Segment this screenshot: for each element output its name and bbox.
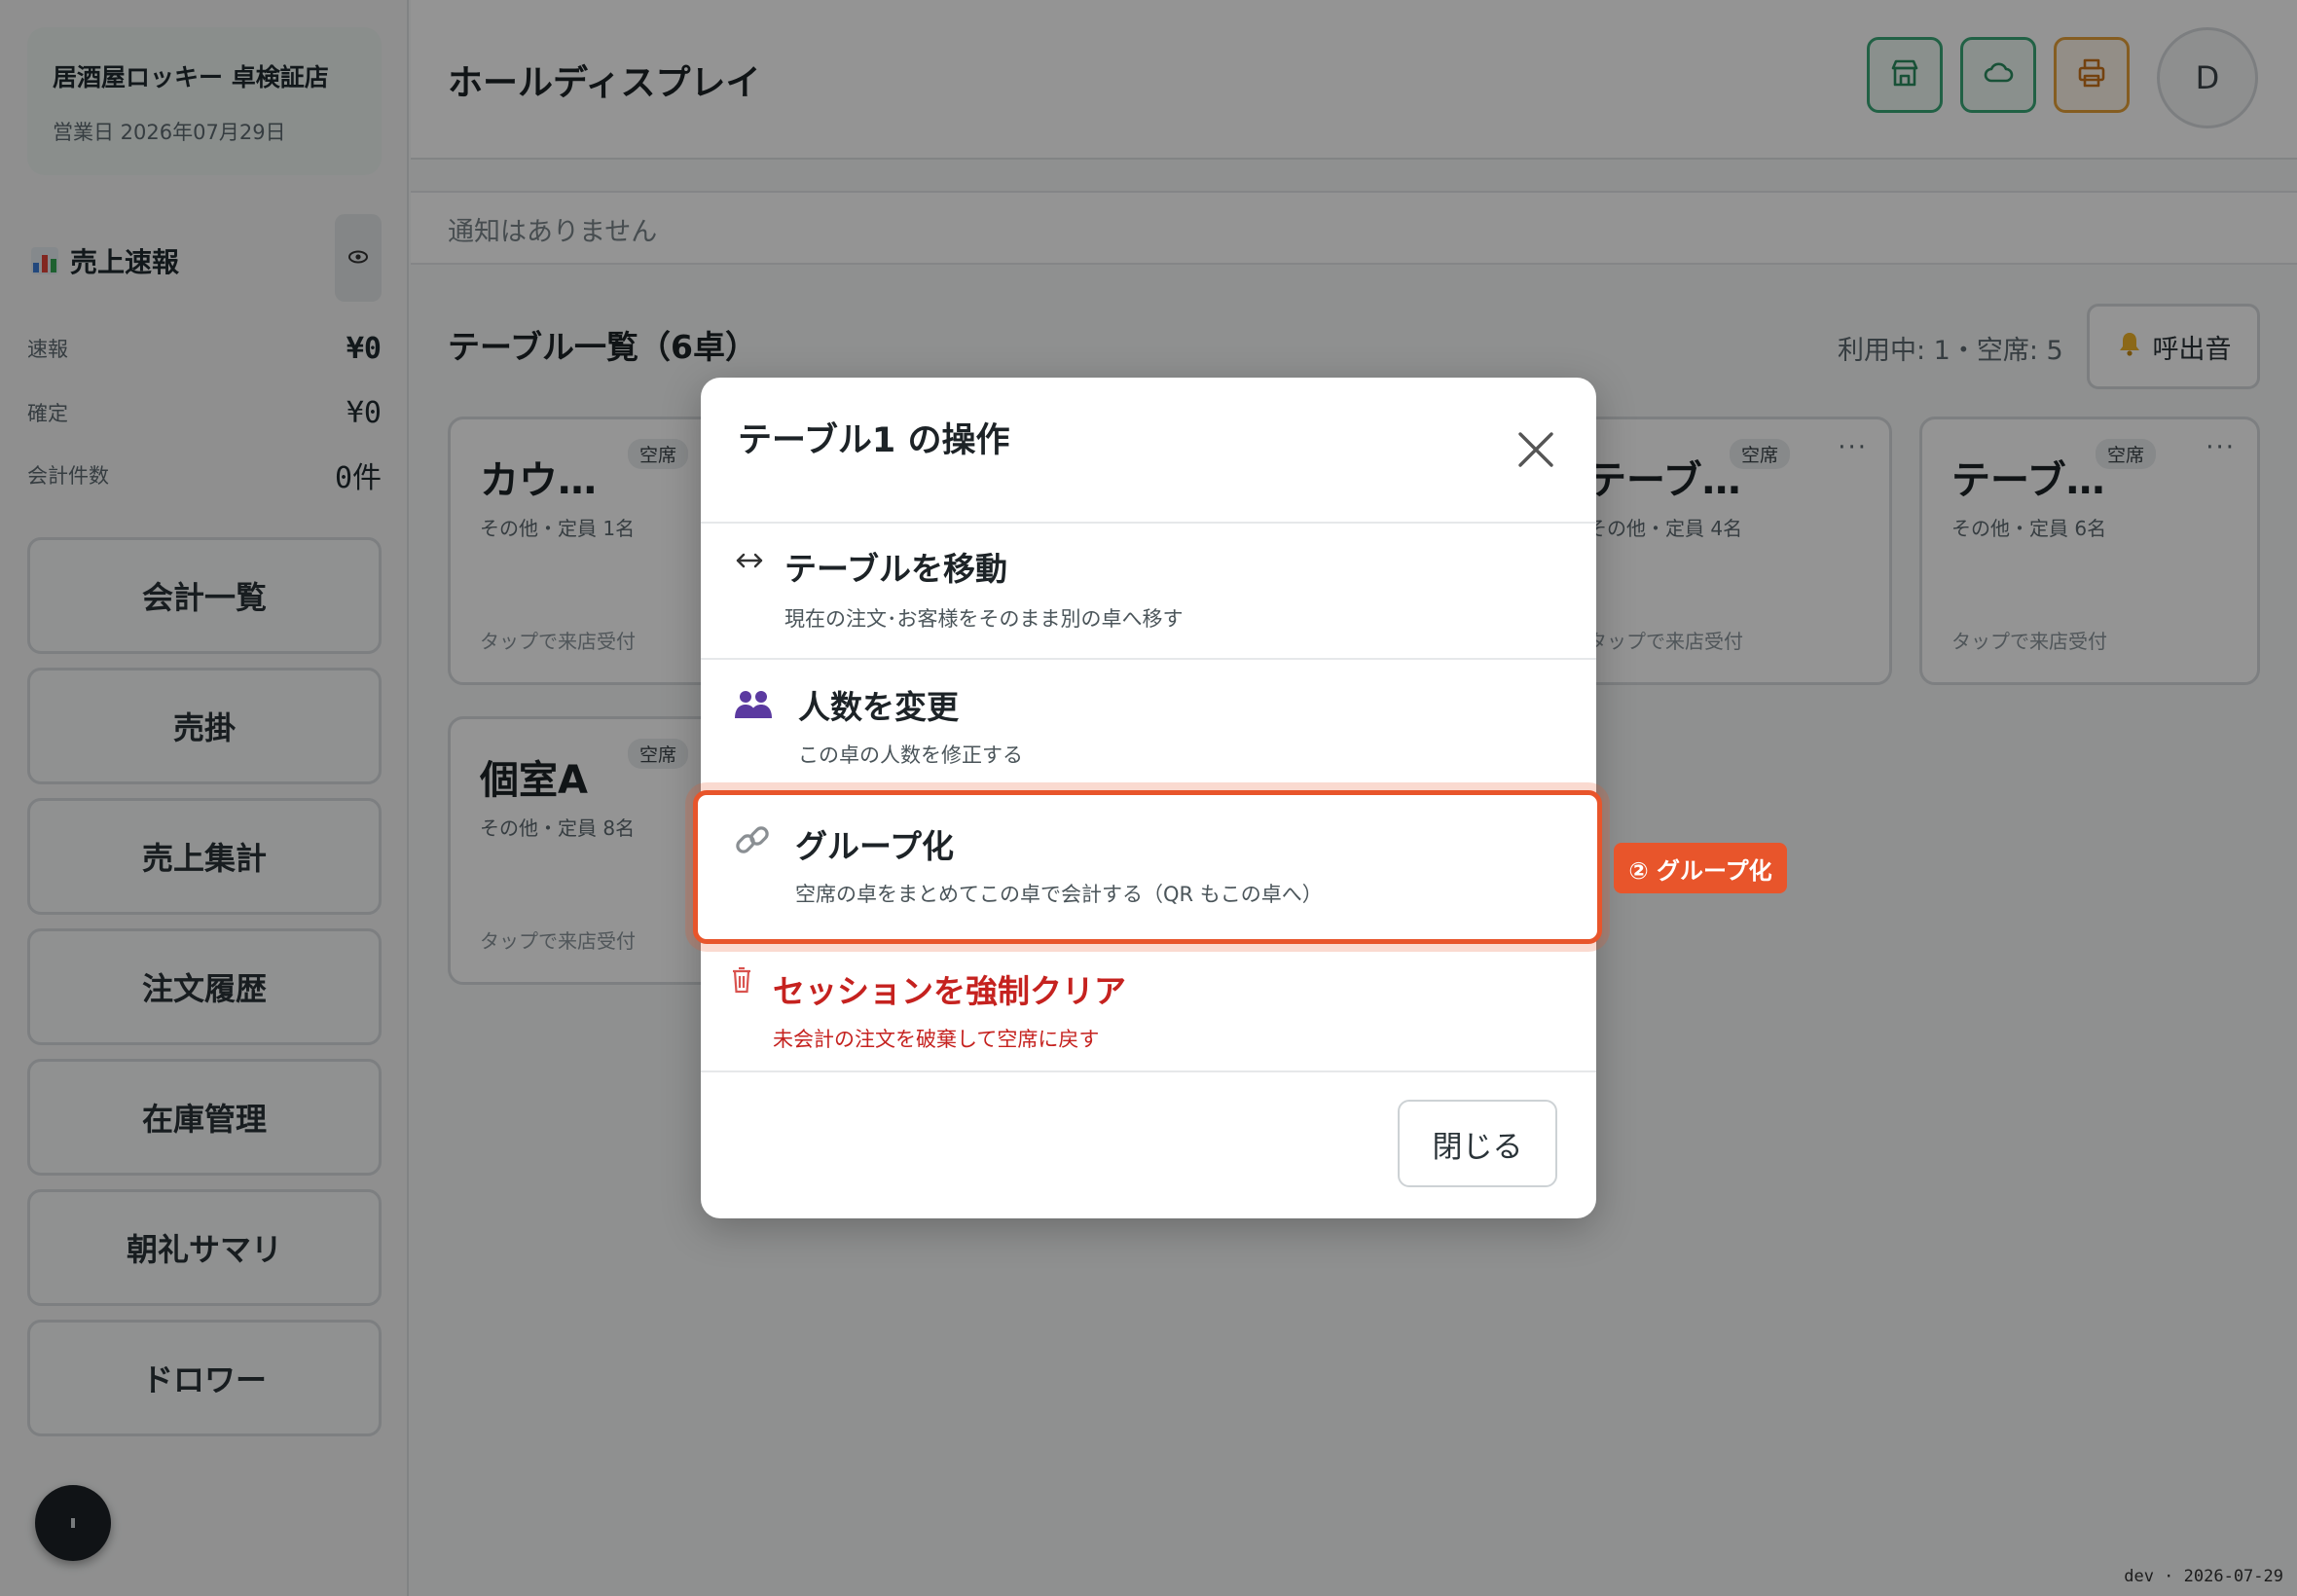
step-callout: ② グループ化 [1614, 843, 1787, 893]
option-title: セッションを強制クリア [773, 972, 1126, 1010]
arrows-horizontal-icon [734, 549, 765, 576]
divider [701, 1070, 1596, 1072]
option-desc: 未会計の注文を破棄して空席に戻す [773, 1028, 1100, 1051]
option-title: テーブルを移動 [784, 550, 1008, 588]
move-table-option[interactable]: テーブルを移動 現在の注文･お客様をそのまま別の卓へ移す [701, 524, 1596, 658]
option-desc: 現在の注文･お客様をそのまま別の卓へ移す [784, 607, 1184, 631]
force-clear-session-option[interactable]: セッションを強制クリア 未会計の注文を破棄して空席に戻す [701, 950, 1596, 1076]
group-tables-option[interactable]: グループ化 空席の卓をまとめてこの卓で会計する（QR もこの卓へ） [693, 790, 1602, 944]
change-party-size-option[interactable]: 人数を変更 この卓の人数を修正する [701, 660, 1596, 796]
option-title: グループ化 [795, 827, 955, 865]
option-desc: 空席の卓をまとめてこの卓で会計する（QR もこの卓へ） [795, 883, 1323, 906]
option-title: 人数を変更 [798, 688, 959, 726]
link-icon [733, 820, 772, 863]
close-button[interactable]: 閉じる [1398, 1100, 1557, 1187]
trash-icon [730, 965, 753, 998]
dialog-title: テーブル1 の操作 [738, 421, 1010, 460]
option-desc: この卓の人数を修正する [798, 744, 1023, 767]
close-icon[interactable] [1514, 428, 1557, 471]
people-icon [734, 689, 773, 724]
